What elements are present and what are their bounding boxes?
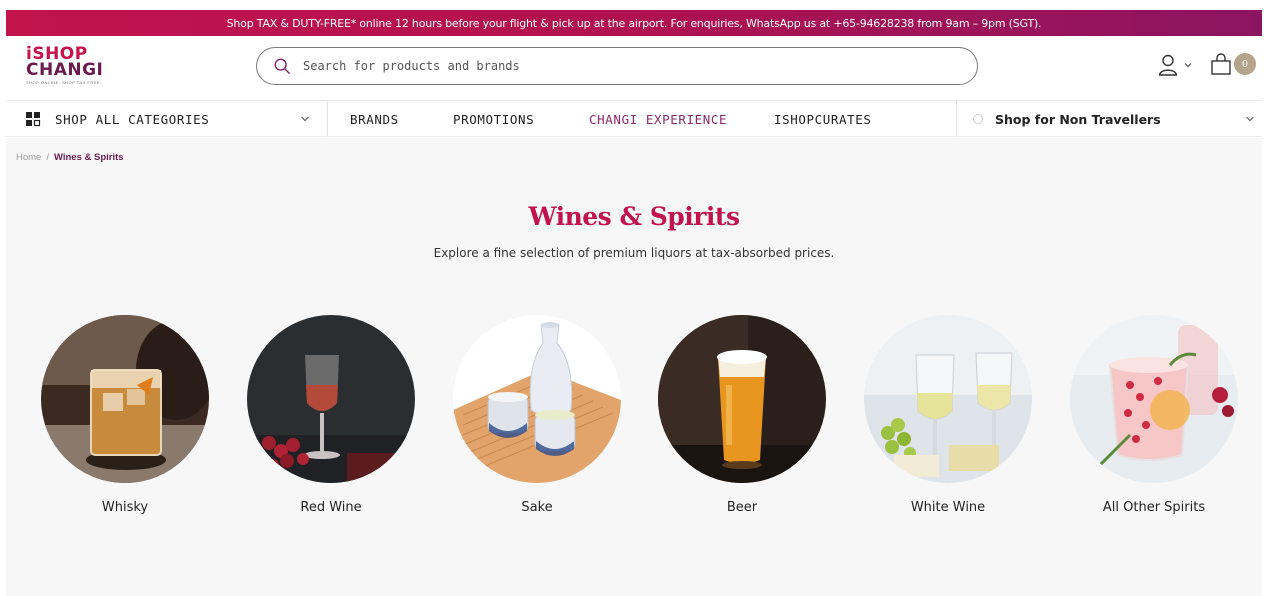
page-title: Wines & Spirits [528, 202, 740, 231]
category-label: Whisky [101, 500, 149, 515]
shop-all-categories-label: SHOP ALL CATEGORIES [55, 111, 210, 127]
search-input[interactable] [303, 59, 903, 73]
chevron-down-icon [1184, 63, 1192, 68]
beer-image[interactable] [658, 315, 826, 483]
nav-link-brands[interactable]: BRANDS [350, 101, 399, 137]
nav-link-ishopcurates[interactable]: ISHOPCURATES [774, 101, 872, 137]
shop-all-categories-menu[interactable]: SHOP ALL CATEGORIES [6, 101, 328, 137]
logo-tagline: SHOP ONLINE. SHOP TAX FREE. [26, 80, 102, 85]
cart-button[interactable]: 0 [1210, 52, 1256, 76]
category-label: All Other Spirits [1102, 500, 1206, 515]
grid-icon [26, 112, 41, 127]
chevron-down-icon [1246, 116, 1254, 122]
white-wine-image[interactable] [864, 315, 1032, 483]
sake-image[interactable] [453, 315, 621, 483]
shopping-bag-icon [1211, 53, 1231, 75]
ishop-changi-logo[interactable]: iSHOP CHANGI SHOP ONLINE. SHOP TAX FREE. [26, 46, 126, 90]
non-travellers-radio[interactable] [973, 114, 983, 124]
red-wine-image[interactable] [247, 315, 415, 483]
category-label: White Wine [910, 500, 986, 515]
breadcrumb-home[interactable]: Home [16, 152, 41, 163]
category-label: Beer [726, 500, 758, 515]
user-icon [1158, 54, 1178, 76]
breadcrumb: Home / Wines & Spirits [16, 152, 124, 163]
category-sake[interactable]: Sake [453, 315, 621, 515]
non-travellers-selector[interactable]: Shop for Non Travellers [956, 101, 1262, 137]
whisky-image[interactable] [41, 315, 209, 483]
category-beer[interactable]: Beer [658, 315, 826, 515]
search-bar[interactable] [256, 47, 978, 85]
category-white-wine[interactable]: White Wine [864, 315, 1032, 515]
promo-banner: Shop TAX & DUTY-FREE* online 12 hours be… [6, 10, 1262, 36]
breadcrumb-current: Wines & Spirits [53, 152, 124, 163]
main-navigation: SHOP ALL CATEGORIES BRANDS PROMOTIONS CH… [6, 100, 1262, 137]
non-travellers-label: Shop for Non Travellers [995, 111, 1161, 127]
nav-link-promotions[interactable]: PROMOTIONS [453, 101, 534, 137]
nav-link-changi-experience[interactable]: CHANGI EXPERIENCE [589, 101, 727, 137]
chevron-down-icon [301, 116, 309, 122]
account-menu[interactable] [1158, 54, 1194, 76]
site-header: iSHOP CHANGI SHOP ONLINE. SHOP TAX FREE.… [6, 36, 1262, 100]
main-content: Home / Wines & Spirits Wines & Spirits Exp… [6, 138, 1262, 596]
promo-text: Shop TAX & DUTY-FREE* online 12 hours be… [226, 16, 1042, 30]
category-all-other-spirits[interactable]: All Other Spirits [1070, 315, 1238, 515]
all-other-spirits-image[interactable] [1070, 315, 1238, 483]
page-subtitle: Explore a fine selection of premium liqu… [433, 246, 835, 260]
search-icon [274, 58, 290, 74]
category-label: Sake [521, 500, 553, 515]
category-red-wine[interactable]: Red Wine [247, 315, 415, 515]
breadcrumb-separator: / [46, 152, 49, 163]
category-whisky[interactable]: Whisky [41, 315, 209, 515]
cart-count-badge: 0 [1234, 53, 1256, 75]
logo-bottom-text: CHANGI [26, 60, 104, 80]
category-label: Red Wine [300, 500, 362, 515]
